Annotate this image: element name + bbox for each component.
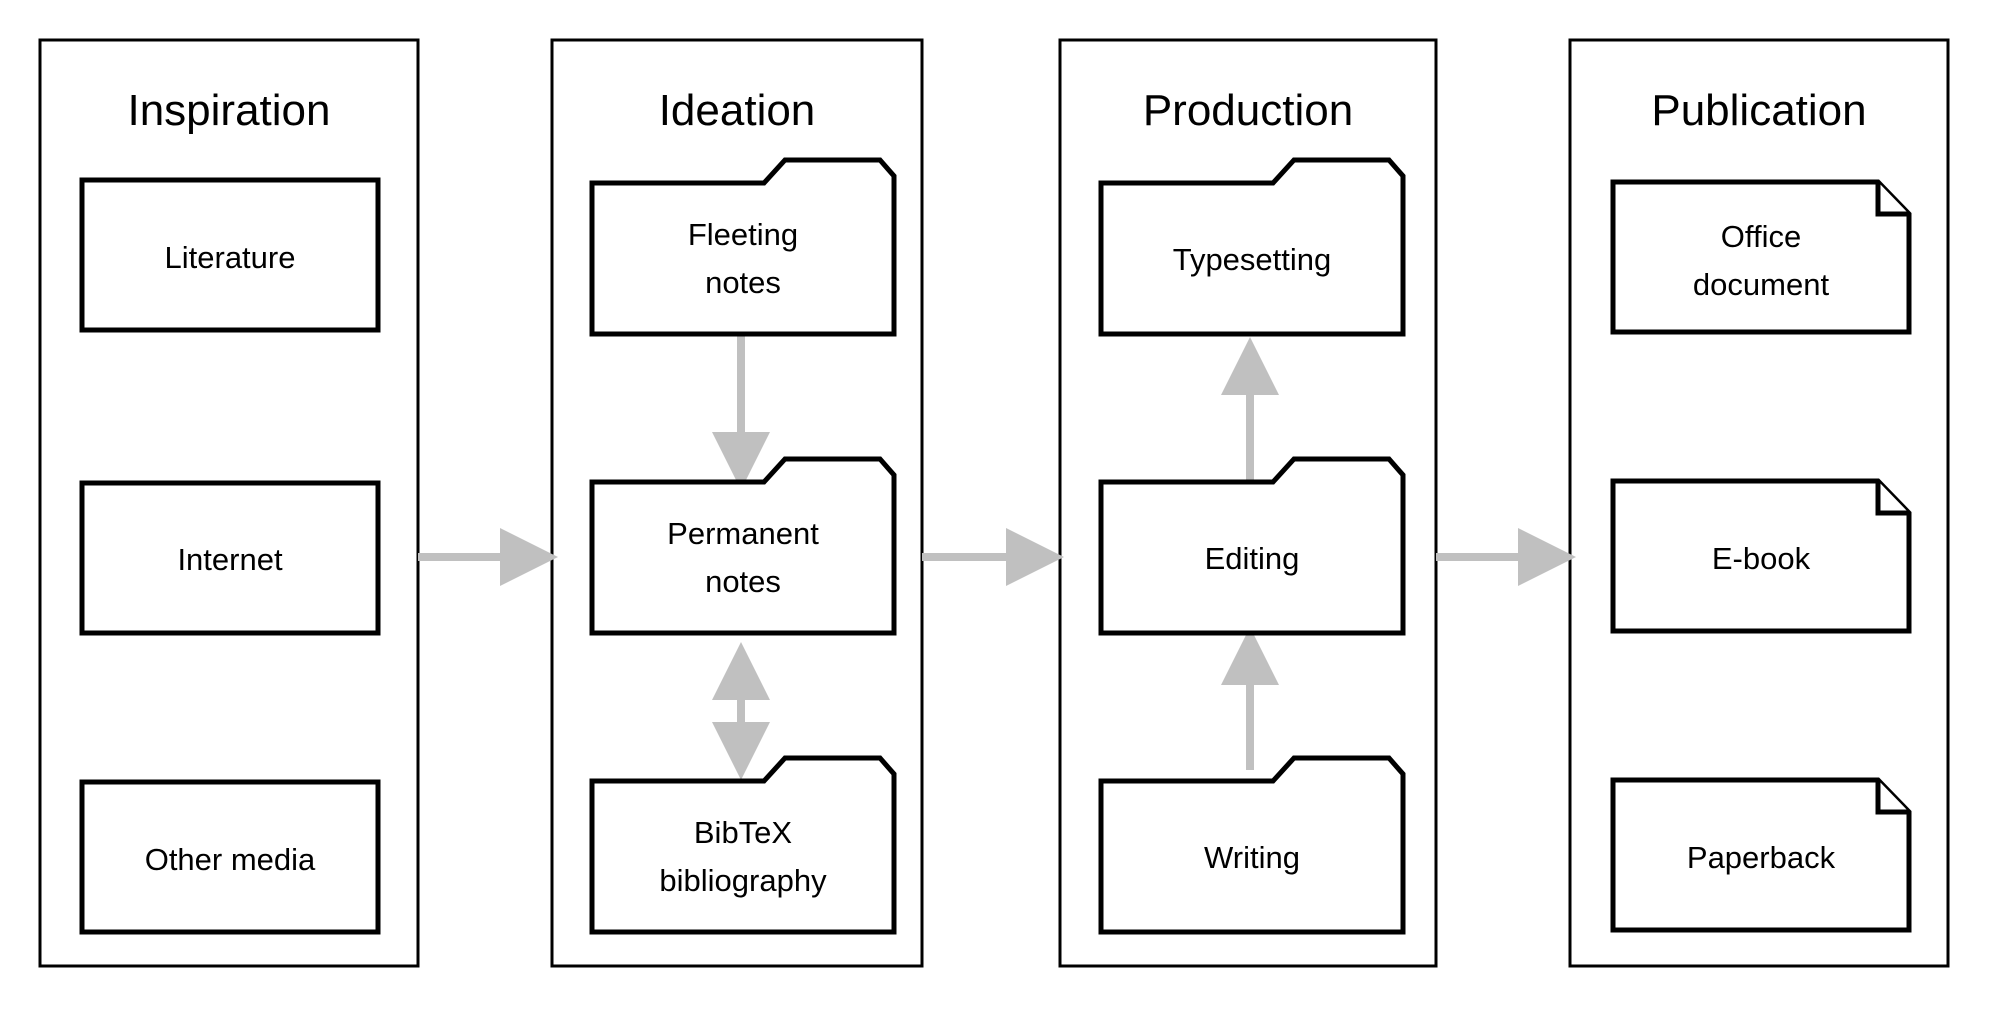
node-fleeting-notes[interactable]: Fleeting notes: [589, 157, 897, 337]
node-label-bibtex-line1: BibTeX: [694, 815, 793, 850]
node-label-e-book: E-book: [1712, 541, 1811, 576]
node-label-literature: Literature: [165, 240, 296, 275]
connector-ideation-to-production: [922, 528, 1064, 586]
node-label-internet: Internet: [177, 542, 283, 577]
node-label-fleeting-notes-line2: notes: [705, 265, 781, 300]
arrow-head-right: [500, 528, 558, 586]
node-label-paperback: Paperback: [1687, 840, 1836, 875]
node-label-writing: Writing: [1204, 840, 1300, 875]
node-e-book[interactable]: E-book: [1610, 478, 1912, 634]
workflow-diagram: Inspiration Ideation Production Publicat…: [38, 38, 1950, 968]
node-shape-document: [1610, 179, 1912, 335]
column-title-publication: Publication: [1651, 86, 1866, 135]
node-label-bibtex-line2: bibliography: [659, 863, 827, 898]
column-title-production: Production: [1143, 86, 1353, 135]
node-label-typesetting: Typesetting: [1173, 242, 1332, 277]
arrow-head-right: [1518, 528, 1576, 586]
node-label-editing: Editing: [1205, 541, 1300, 576]
node-bibtex-bibliography[interactable]: BibTeX bibliography: [589, 755, 897, 935]
node-label-fleeting-notes-line1: Fleeting: [688, 217, 798, 252]
node-label-permanent-notes-line2: notes: [705, 564, 781, 599]
node-literature[interactable]: Literature: [79, 177, 381, 333]
node-writing[interactable]: Writing: [1098, 755, 1406, 935]
arrow-head-right: [1006, 528, 1064, 586]
node-label-office-document-line1: Office: [1721, 219, 1801, 254]
node-typesetting[interactable]: Typesetting: [1098, 157, 1406, 337]
connector-production-to-publication: [1436, 528, 1576, 586]
node-label-other-media: Other media: [145, 842, 316, 877]
column-title-ideation: Ideation: [659, 86, 816, 135]
node-paperback[interactable]: Paperback: [1610, 777, 1912, 933]
node-permanent-notes[interactable]: Permanent notes: [589, 456, 897, 636]
node-label-permanent-notes-line1: Permanent: [667, 516, 819, 551]
node-internet[interactable]: Internet: [79, 480, 381, 636]
node-editing[interactable]: Editing: [1098, 456, 1406, 636]
node-office-document[interactable]: Office document: [1610, 179, 1912, 335]
node-label-office-document-line2: document: [1693, 267, 1830, 302]
node-other-media[interactable]: Other media: [79, 779, 381, 935]
column-title-inspiration: Inspiration: [127, 86, 330, 135]
diagram-canvas: Inspiration Ideation Production Publicat…: [0, 0, 1992, 1017]
connector-inspiration-to-ideation: [418, 528, 558, 586]
